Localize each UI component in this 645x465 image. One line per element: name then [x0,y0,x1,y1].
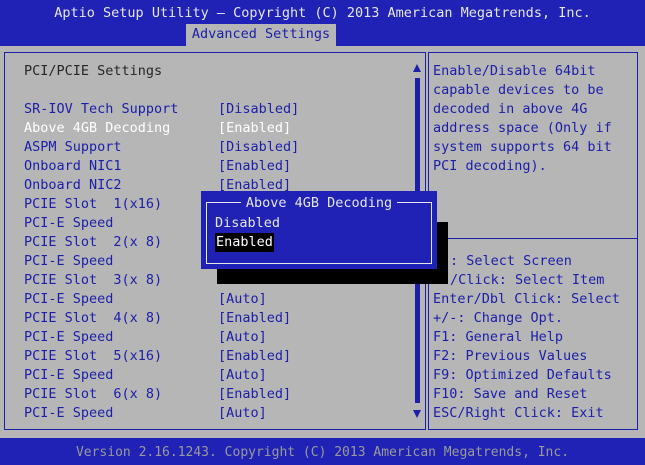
section-title: PCI/PCIE Settings [24,63,163,79]
setting-label-pcie-speed-1[interactable]: PCI-E Speed [24,214,113,233]
help-line: Enable/Disable 64bit [433,63,596,79]
key-help-line: F9: Optimized Defaults [433,367,612,383]
option-popup: Above 4GB Decoding Disabled Enabled [201,191,437,269]
app-title: Aptio Setup Utility – Copyright (C) 2013… [54,5,591,21]
key-help-line: : Select Screen [450,253,572,269]
setting-label-pcie-speed-5[interactable]: PCI-E Speed [24,366,113,385]
scroll-down-arrow-icon[interactable] [413,410,421,418]
help-line: PCI decoding). [433,158,547,174]
setting-label-sriov[interactable]: SR-IOV Tech Support [24,100,178,119]
setting-label-pcie-slot-1[interactable]: PCIE Slot 1(x16) [24,195,162,214]
setting-value-pcie-slot-6[interactable]: [Enabled] [218,385,291,404]
help-line: capable devices to be [433,82,604,98]
popup-title: Above 4GB Decoding [201,194,437,213]
key-help-line: F2: Previous Values [433,348,588,364]
setting-value-above-4gb-decoding[interactable]: [Enabled] [218,119,291,138]
popup-title-text: Above 4GB Decoding [240,195,398,211]
help-line: address space (Only if [433,120,612,136]
setting-label-pcie-slot-6[interactable]: PCIE Slot 6(x 8) [24,385,162,404]
setting-value-pcie-speed-3[interactable]: [Auto] [218,290,267,309]
setting-label-pcie-slot-2[interactable]: PCIE Slot 2(x 8) [24,233,162,252]
key-help-line: Enter/Dbl Click: Select [433,291,620,307]
setting-label-pcie-speed-2[interactable]: PCI-E Speed [24,252,113,271]
setting-label-pcie-slot-3[interactable]: PCIE Slot 3(x 8) [24,271,162,290]
setting-value-pcie-slot-5[interactable]: [Enabled] [218,347,291,366]
tab-advanced-settings[interactable]: Advanced Settings [186,24,336,46]
help-divider [428,238,637,239]
setting-value-aspm-support[interactable]: [Disabled] [218,138,299,157]
setting-value-sriov[interactable]: [Disabled] [218,100,299,119]
setting-label-pcie-slot-4[interactable]: PCIE Slot 4(x 8) [24,309,162,328]
key-help-line: F1: General Help [433,329,564,345]
setting-label-above-4gb-decoding[interactable]: Above 4GB Decoding [24,119,170,138]
popup-option-enabled[interactable]: Enabled [215,233,274,252]
setting-value-pcie-slot-4[interactable]: [Enabled] [218,309,291,328]
setting-value-pcie-speed-6[interactable]: [Auto] [218,404,267,423]
bios-screen: Aptio Setup Utility – Copyright (C) 2013… [0,0,645,465]
setting-label-pcie-speed-4[interactable]: PCI-E Speed [24,328,113,347]
version-text: Version 2.16.1243. Copyright (C) 2013 Am… [75,445,570,460]
title-bar: Aptio Setup Utility – Copyright (C) 2013… [0,0,645,46]
key-help-line: +/-: Change Opt. [433,310,564,326]
scroll-up-arrow-icon[interactable] [413,64,421,72]
setting-value-pcie-speed-4[interactable]: [Auto] [218,328,267,347]
key-help-line: ESC/Right Click: Exit [433,405,604,421]
setting-label-pcie-slot-5[interactable]: PCIE Slot 5(x16) [24,347,162,366]
help-line: decoded in above 4G [433,101,588,117]
setting-label-onboard-nic1[interactable]: Onboard NIC1 [24,157,122,176]
setting-label-pcie-speed-3[interactable]: PCI-E Speed [24,290,113,309]
setting-label-pcie-speed-6[interactable]: PCI-E Speed [24,404,113,423]
setting-value-onboard-nic1[interactable]: [Enabled] [218,157,291,176]
footer-bar: Version 2.16.1243. Copyright (C) 2013 Am… [0,438,645,465]
help-line: system supports 64 bit [433,139,612,155]
key-help-line: F10: Save and Reset [433,386,588,402]
setting-label-aspm-support[interactable]: ASPM Support [24,138,122,157]
popup-option-disabled[interactable]: Disabled [215,214,280,233]
setting-value-pcie-speed-5[interactable]: [Auto] [218,366,267,385]
setting-label-onboard-nic2[interactable]: Onboard NIC2 [24,176,122,195]
key-help-line: /Click: Select Item [450,272,605,288]
